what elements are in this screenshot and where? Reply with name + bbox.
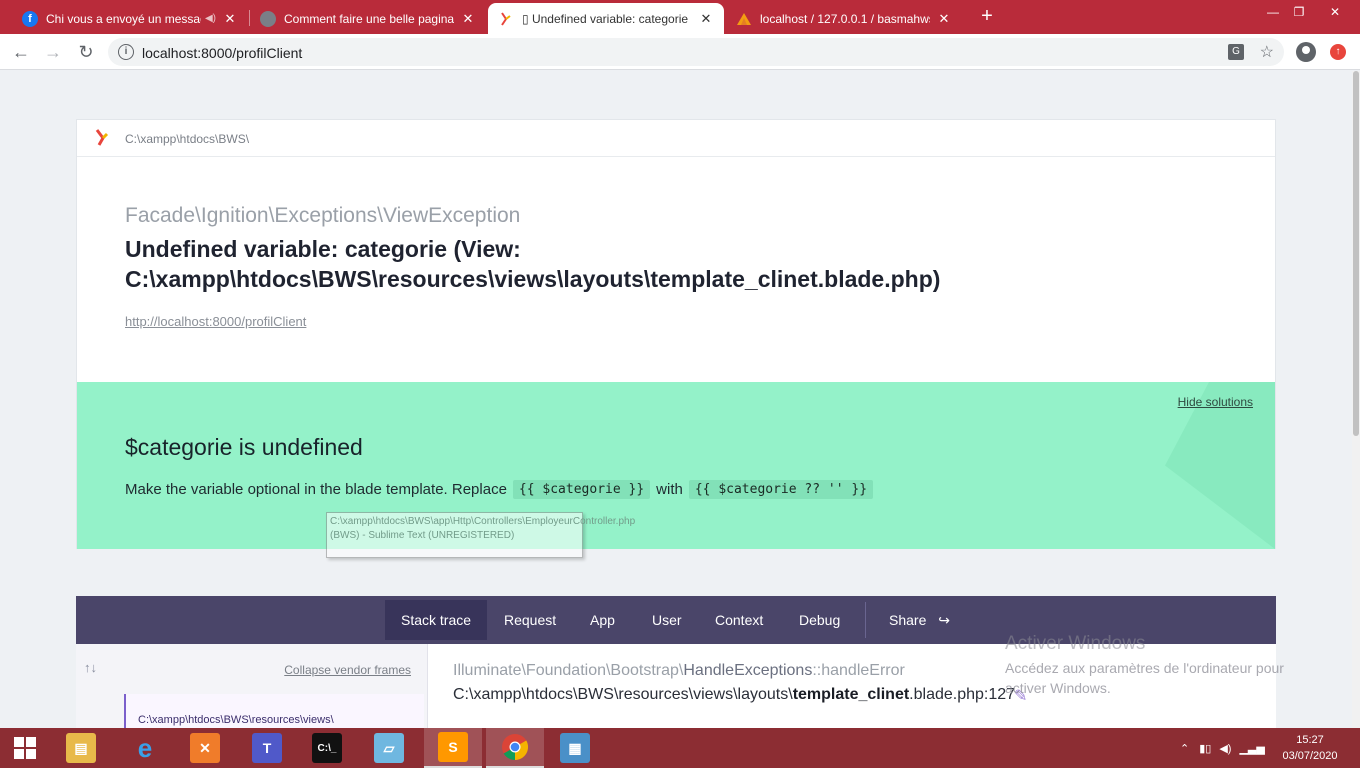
internet-explorer-icon[interactable]: e: [116, 728, 174, 768]
xampp-icon[interactable]: ✕: [176, 728, 234, 768]
stack-frame-item[interactable]: C:\xampp\htdocs\BWS\resources\views\: [124, 694, 424, 728]
activate-windows-title: Activer Windows: [1005, 633, 1146, 654]
tab-app[interactable]: App: [574, 600, 631, 640]
browser-tab-bar: f Chi vous a envoyé un messag ◀) ✕ Comme…: [0, 0, 1360, 34]
tab-divider: [865, 602, 866, 638]
ignition-icon: [498, 10, 514, 27]
profile-avatar-icon[interactable]: [1296, 42, 1316, 62]
stack-frames-list: ↑↓ Collapse vendor frames C:\xampp\htdoc…: [76, 644, 428, 728]
close-tab-icon[interactable]: ✕: [222, 11, 238, 27]
solution-panel: Hide solutions $categorie is undefined M…: [77, 382, 1275, 549]
tab-title: Chi vous a envoyé un messag: [46, 11, 201, 26]
info-icon[interactable]: i: [118, 44, 134, 60]
collapse-vendor-frames-link[interactable]: Collapse vendor frames: [284, 663, 411, 677]
close-tab-icon[interactable]: ✕: [936, 11, 952, 27]
tab-context[interactable]: Context: [699, 600, 779, 640]
reload-button[interactable]: ↻: [75, 41, 97, 63]
close-window-button[interactable]: ✕: [1320, 0, 1350, 24]
start-button[interactable]: [0, 728, 50, 768]
url-text[interactable]: localhost:8000/profilClient: [142, 45, 302, 61]
sublime-text-icon[interactable]: S: [424, 728, 482, 768]
browser-tab-undefined-variable[interactable]: ▯ Undefined variable: categorie ( ✕: [488, 3, 724, 34]
tab-title: ▯ Undefined variable: categorie (: [522, 11, 692, 26]
tab-title: Comment faire une belle paginati: [284, 11, 454, 26]
error-card: C:\xampp\htdocs\BWS\ Facade\Ignition\Exc…: [76, 119, 1276, 549]
update-icon[interactable]: ↑: [1330, 44, 1346, 60]
browser-tab-facebook[interactable]: f Chi vous a envoyé un messag ◀) ✕: [12, 3, 248, 34]
solution-text: with: [656, 481, 683, 498]
restore-button[interactable]: ❐: [1284, 0, 1314, 24]
exception-message: Undefined variable: categorie (View: C:\…: [125, 236, 941, 292]
phpmyadmin-icon: [736, 11, 752, 27]
solution-code-original: {{ $categorie }}: [512, 480, 651, 499]
system-tray: ⌃ ▮▯ ◀) ▁▃▅: [1180, 728, 1265, 768]
exception-class: Facade\Ignition\Exceptions\ViewException: [125, 204, 521, 227]
solution-description: Make the variable optional in the blade …: [125, 480, 874, 499]
tab-title: localhost / 127.0.0.1 / basmahwsi: [760, 11, 930, 26]
browser-toolbar: ← → ↻ i localhost:8000/profilClient G ☆ …: [0, 34, 1360, 70]
share-icon: ↪: [938, 612, 950, 628]
scrollbar-thumb[interactable]: [1353, 71, 1359, 436]
browser-tab-phpmyadmin[interactable]: localhost / 127.0.0.1 / basmahwsi ✕: [726, 3, 962, 34]
tab-stack-trace[interactable]: Stack trace: [385, 600, 488, 640]
volume-icon[interactable]: ◀): [1219, 742, 1231, 755]
share-label: Share: [889, 612, 927, 628]
tab-request[interactable]: Request: [488, 600, 572, 640]
page-scrollbar[interactable]: [1352, 71, 1360, 728]
translate-icon[interactable]: G: [1228, 44, 1244, 60]
page-content: C:\xampp\htdocs\BWS\ Facade\Ignition\Exc…: [0, 71, 1352, 728]
globe-icon: [260, 10, 276, 27]
frame-nav-arrows-icon[interactable]: ↑↓: [84, 660, 97, 675]
file-explorer-icon[interactable]: ▤: [52, 728, 110, 768]
request-url-link[interactable]: http://localhost:8000/profilClient: [125, 314, 306, 329]
frame-class-name: HandleExceptions: [683, 662, 813, 679]
facebook-icon: f: [22, 10, 38, 27]
taskbar-clock[interactable]: 15:27 03/07/2020: [1280, 732, 1340, 764]
frame-file-name: template_clinet: [792, 686, 910, 703]
notepad-icon[interactable]: ▱: [360, 728, 418, 768]
frame-file: C:\xampp\htdocs\BWS\resources\views\layo…: [453, 686, 1015, 704]
frame-method: ::handleError: [812, 662, 905, 679]
teams-icon[interactable]: T: [238, 728, 296, 768]
command-prompt-icon[interactable]: C:\_: [298, 728, 356, 768]
frame-path: C:\xampp\htdocs\BWS\resources\views\: [138, 714, 334, 726]
show-hidden-icons-icon[interactable]: ⌃: [1180, 742, 1189, 755]
hide-solutions-link[interactable]: Hide solutions: [1178, 395, 1253, 409]
ignition-logo-icon: [95, 129, 109, 146]
frame-file-ext: .blade.php:127: [909, 686, 1016, 703]
battery-icon[interactable]: ▮▯: [1199, 742, 1211, 755]
frame-file-dir: C:\xampp\htdocs\BWS\resources\views\layo…: [453, 686, 793, 703]
card-header: C:\xampp\htdocs\BWS\: [77, 120, 1275, 157]
tab-debug[interactable]: Debug: [783, 600, 856, 640]
back-button[interactable]: ←: [10, 41, 32, 63]
taskbar-tooltip: C:\xampp\htdocs\BWS\app\Http\Controllers…: [326, 512, 635, 558]
windows-taskbar: ▤ e ✕ T C:\_ ▱ S ▦ ⌃ ▮▯ ◀) ▁▃▅ 15:27 03/…: [0, 728, 1360, 768]
chrome-logo-icon: [502, 734, 529, 761]
chrome-icon[interactable]: [486, 728, 544, 768]
close-tab-icon[interactable]: ✕: [460, 11, 476, 27]
clock-time: 15:27: [1296, 734, 1324, 746]
address-bar[interactable]: i localhost:8000/profilClient G ☆: [108, 38, 1284, 66]
frame-namespace: Illuminate\Foundation\Bootstrap\: [453, 662, 684, 679]
solution-code-replacement: {{ $categorie ?? '' }}: [688, 480, 874, 499]
new-tab-button[interactable]: +: [976, 6, 998, 28]
activate-windows-text: Accédez aux paramètres de l'ordinateur p…: [1005, 660, 1284, 696]
control-panel-icon[interactable]: ▦: [546, 728, 604, 768]
forward-button[interactable]: →: [42, 41, 64, 63]
clock-date: 03/07/2020: [1282, 750, 1338, 762]
tab-share[interactable]: Share ↪: [873, 600, 966, 640]
network-signal-icon[interactable]: ▁▃▅: [1239, 742, 1264, 755]
project-path: C:\xampp\htdocs\BWS\: [125, 132, 250, 146]
frame-class: Illuminate\Foundation\Bootstrap\HandleEx…: [453, 662, 905, 680]
solution-title: $categorie is undefined: [125, 434, 363, 460]
close-tab-icon[interactable]: ✕: [698, 11, 714, 27]
windows-logo-icon: [14, 737, 36, 759]
mute-icon[interactable]: ◀): [205, 13, 216, 24]
solution-text: Make the variable optional in the blade …: [125, 481, 507, 498]
tab-user[interactable]: User: [636, 600, 698, 640]
browser-tab-pagination[interactable]: Comment faire une belle paginati ✕: [250, 3, 486, 34]
bookmark-star-icon[interactable]: ☆: [1260, 42, 1274, 62]
